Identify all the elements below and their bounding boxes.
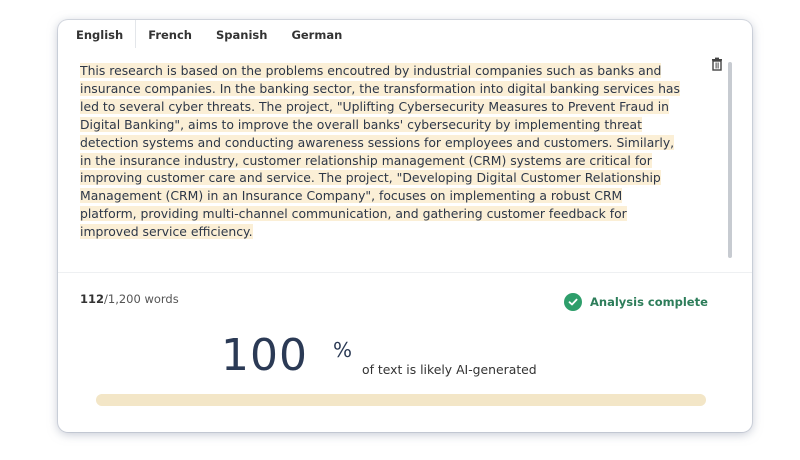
analyzed-text[interactable]: This research is based on the problems e… [80, 62, 680, 268]
ai-percentage: 100 [221, 330, 308, 381]
status-label: Analysis complete [590, 295, 708, 309]
ai-detector-card: English French Spanish German This resea… [58, 20, 752, 432]
tab-english[interactable]: English [64, 20, 137, 48]
divider [58, 272, 752, 273]
ai-progress-bar [96, 394, 706, 406]
text-scrollbar[interactable] [728, 62, 732, 258]
percent-sign: % [333, 338, 353, 362]
check-circle-icon [564, 293, 582, 311]
tab-french[interactable]: French [136, 20, 204, 48]
word-count-current: 112 [80, 292, 105, 306]
highlighted-text: This research is based on the problems e… [80, 63, 680, 240]
trash-icon[interactable] [710, 56, 724, 71]
tab-german[interactable]: German [279, 20, 354, 48]
language-tabs: English French Spanish German [64, 20, 354, 48]
tab-spanish[interactable]: Spanish [204, 20, 279, 48]
ai-progress-fill [96, 394, 706, 406]
analysis-status: Analysis complete [564, 293, 708, 311]
result-caption: of text is likely AI-generated [362, 362, 537, 377]
word-count-total: /1,200 words [104, 292, 179, 306]
word-count: 112/1,200 words [80, 292, 179, 306]
